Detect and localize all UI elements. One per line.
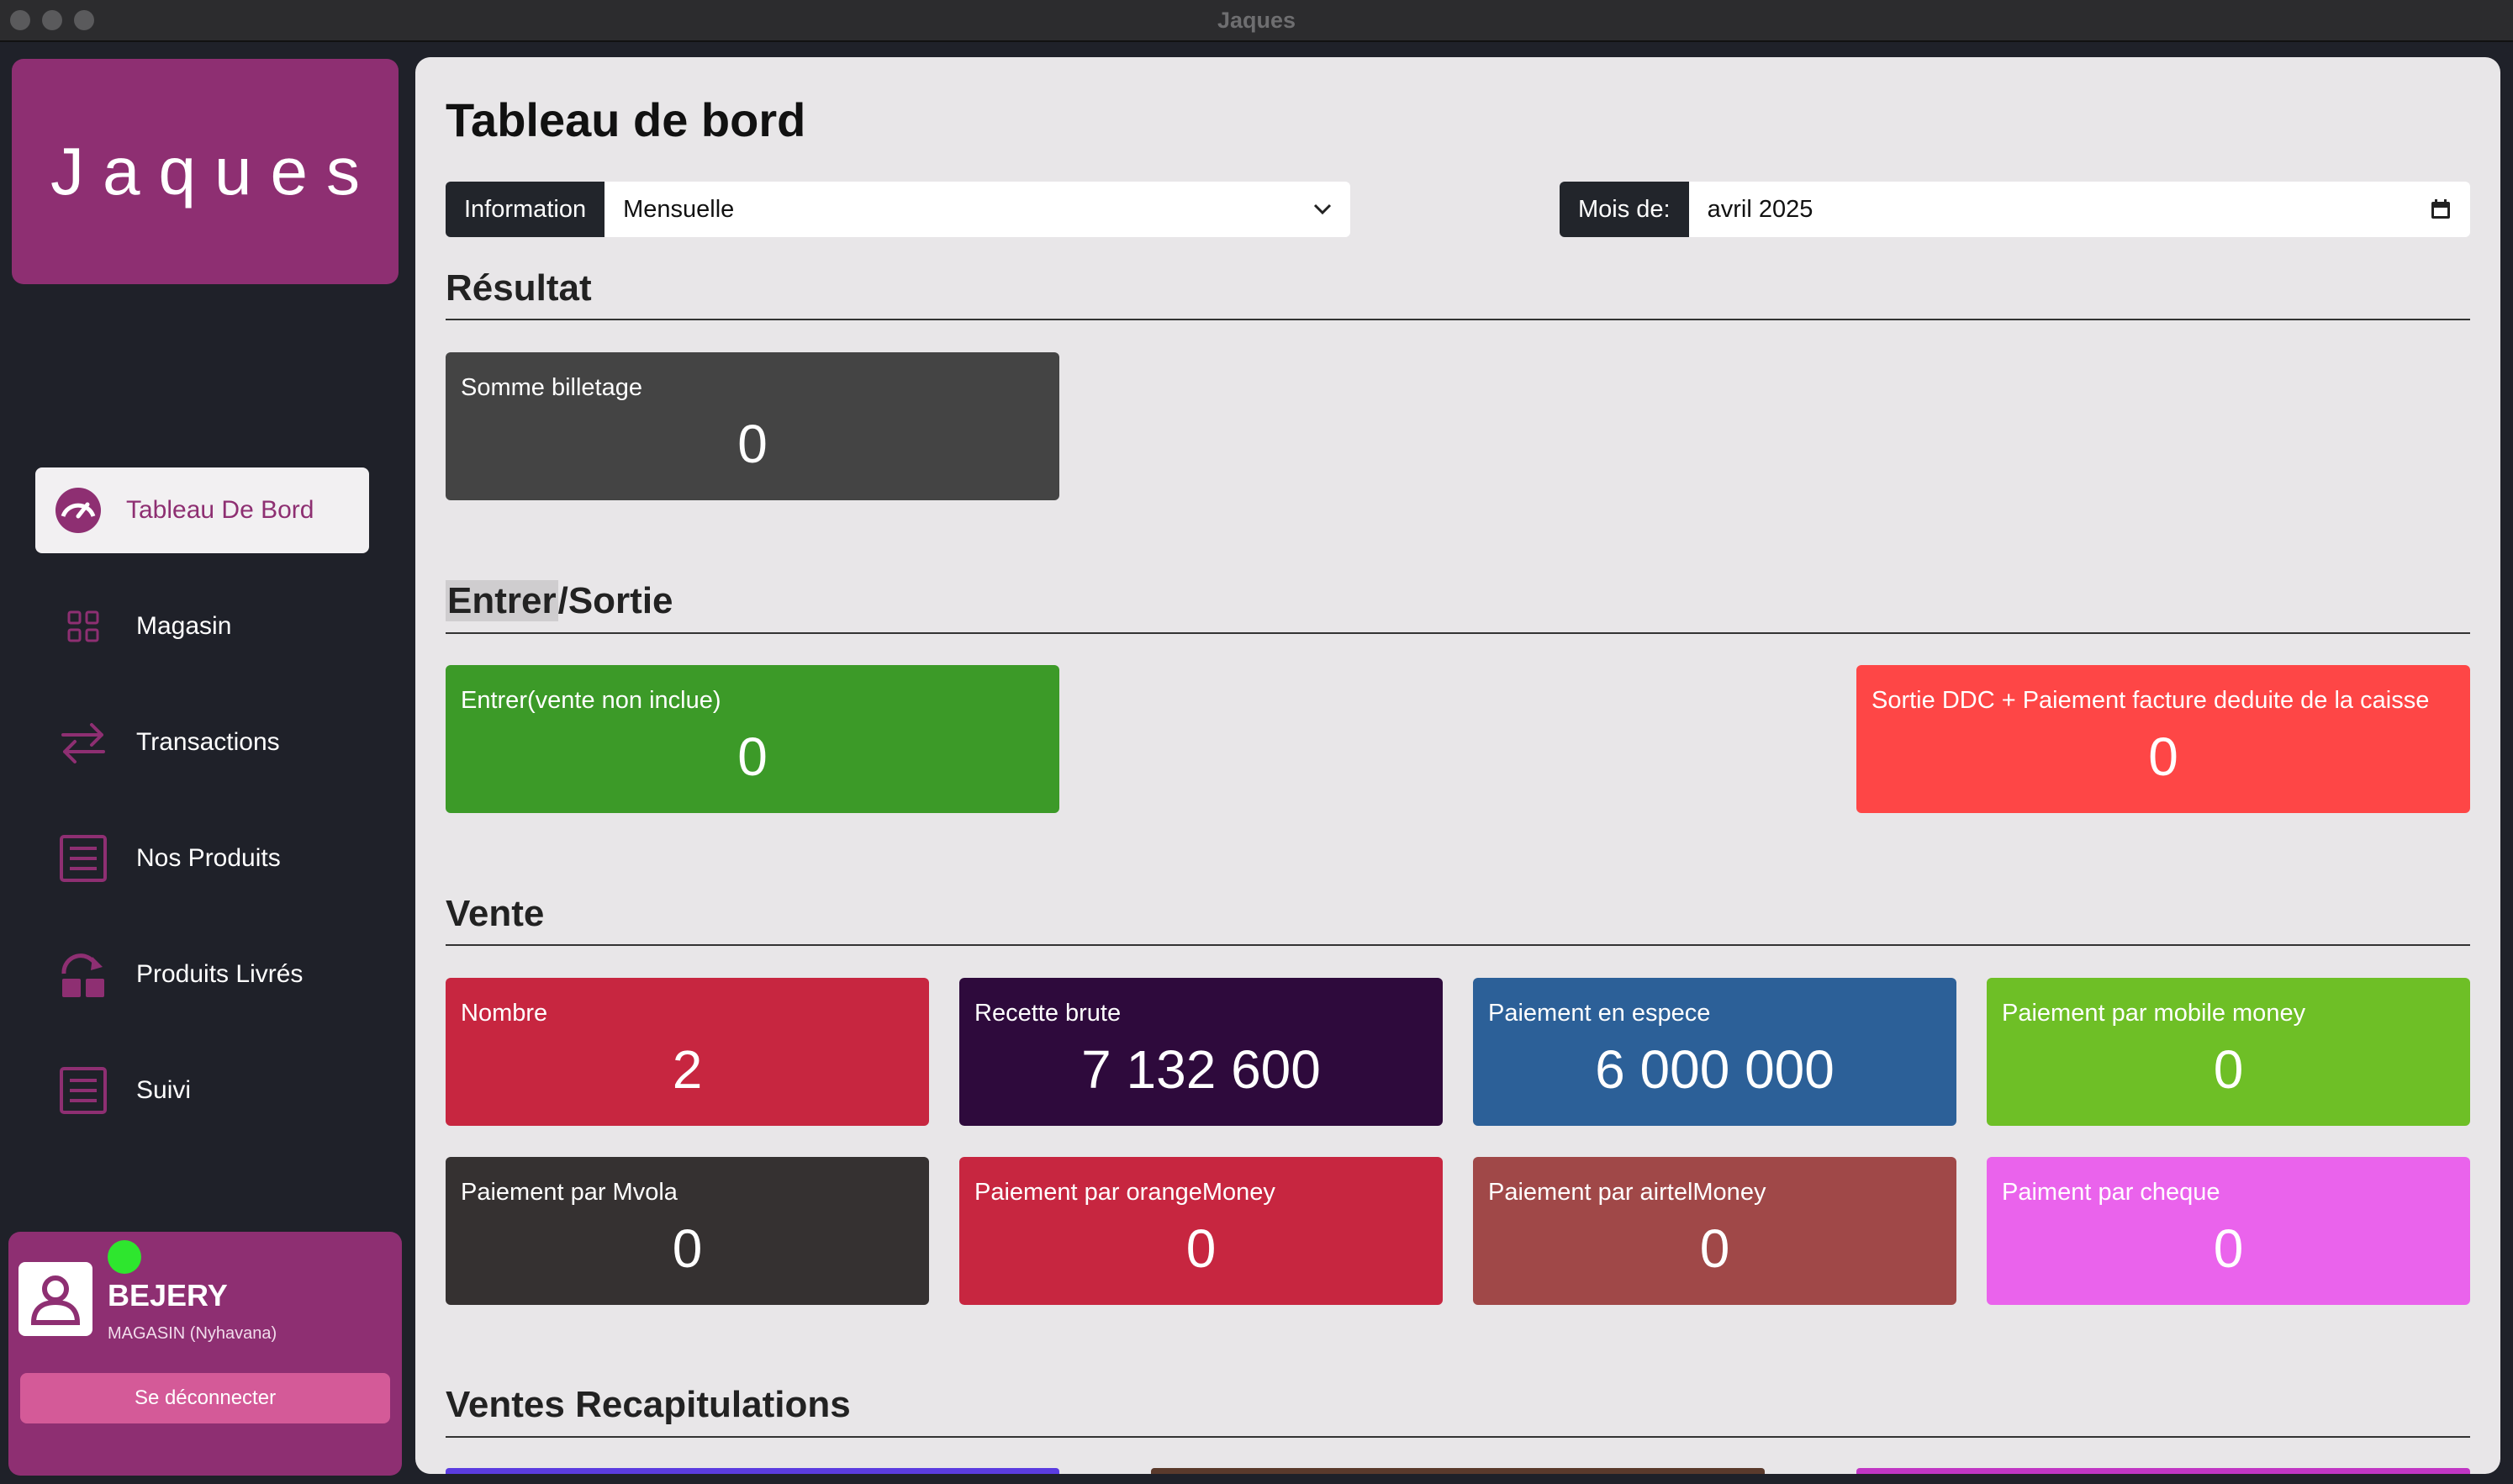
stat-card-paiement-en-espece: Paiement en espece 6 000 000 — [1473, 978, 1956, 1126]
online-status-indicator — [108, 1240, 141, 1274]
stat-card-label: Nombre — [461, 1000, 548, 1027]
stat-card-value: 0 — [737, 726, 768, 787]
sidebar-item-label: Nos Produits — [136, 844, 281, 872]
sidebar-item-label: Magasin — [136, 612, 232, 640]
stat-card-paiement-par-mobile-money: Paiement par mobile money 0 — [1987, 978, 2470, 1126]
user-role: MAGASIN (Nyhavana) — [108, 1324, 277, 1343]
section-title-entrer: Entrer — [446, 580, 558, 621]
arrows-exchange-icon — [59, 718, 108, 767]
user-name: BEJERY — [108, 1278, 228, 1312]
stat-card-paiment-par-cheque: Paiment par cheque 0 — [1987, 1157, 2470, 1305]
sidebar-item-nos-produits[interactable]: Nos Produits — [35, 816, 369, 901]
stat-card-label: Paiement par Mvola — [461, 1179, 678, 1206]
list-icon — [59, 834, 108, 883]
stat-card-label: Paiement par orangeMoney — [974, 1179, 1275, 1206]
sidebar-item-produits-livres[interactable]: Produits Livrés — [35, 932, 369, 1017]
stat-card-paiement-par-airtelmoney: Paiement par airtelMoney 0 — [1473, 1157, 1956, 1305]
section-title-vente: Vente — [446, 893, 545, 934]
page-title: Tableau de bord — [446, 93, 806, 146]
stat-card-value: 0 — [2213, 1218, 2244, 1279]
brand-logo: Jaques — [12, 59, 399, 284]
recap-card — [1856, 1468, 2470, 1474]
recap-card — [1151, 1468, 1765, 1474]
section-divider — [446, 944, 2470, 946]
sidebar-item-transactions[interactable]: Transactions — [35, 700, 369, 785]
stat-card-label: Sortie DDC + Paiement facture deduite de… — [1872, 687, 2430, 714]
section-title-recap: Ventes Recapitulations — [446, 1384, 851, 1425]
avatar — [18, 1262, 92, 1336]
stat-card-value: 0 — [672, 1218, 703, 1279]
stat-card-value: 0 — [2213, 1039, 2244, 1100]
stat-card-nombre: Nombre 2 — [446, 978, 929, 1126]
stat-card-label: Paiment par cheque — [2002, 1179, 2220, 1206]
section-divider — [446, 319, 2470, 320]
section-title-sortie: /Sortie — [557, 580, 673, 621]
stat-card-value: 0 — [2148, 726, 2178, 787]
gauge-icon — [54, 486, 103, 535]
section-divider — [446, 632, 2470, 634]
calendar-icon[interactable] — [2430, 198, 2452, 220]
delivery-icon — [59, 950, 108, 999]
information-select[interactable]: Information Mensuelle — [446, 182, 1350, 237]
stat-card-value: 6 000 000 — [1595, 1039, 1835, 1100]
stat-card-somme-billetage: Somme billetage 0 — [446, 352, 1059, 500]
brand-name: Jaques — [50, 134, 378, 209]
stat-card-value: 7 132 600 — [1081, 1039, 1321, 1100]
information-label: Information — [446, 182, 605, 237]
sidebar-item-tableau-de-bord[interactable]: Tableau De Bord — [35, 467, 369, 553]
stat-card-label: Entrer(vente non inclue) — [461, 687, 721, 714]
recap-card — [446, 1468, 1059, 1474]
chevron-down-icon — [1313, 203, 1332, 215]
sidebar-item-suivi[interactable]: Suivi — [35, 1048, 369, 1133]
sidebar-item-magasin[interactable]: Magasin — [35, 584, 369, 669]
section-divider — [446, 1436, 2470, 1438]
section-title-entrer-sortie: Entrer/Sortie — [446, 580, 673, 622]
user-card: BEJERY MAGASIN (Nyhavana) Se déconnecter — [8, 1232, 402, 1476]
window-title: Jaques — [1217, 7, 1296, 33]
logout-button[interactable]: Se déconnecter — [20, 1373, 390, 1423]
stat-card-value: 0 — [737, 414, 768, 474]
sidebar-item-label: Tableau De Bord — [126, 496, 314, 524]
minimize-window-button[interactable] — [42, 10, 62, 30]
month-label: Mois de: — [1560, 182, 1689, 237]
stat-card-label: Somme billetage — [461, 374, 642, 401]
month-picker[interactable]: Mois de: avril 2025 — [1560, 182, 2470, 237]
sidebar-item-label: Transactions — [136, 728, 280, 756]
section-title-resultat: Résultat — [446, 267, 592, 309]
stat-card-label: Paiement en espece — [1488, 1000, 1711, 1027]
stat-card-value: 0 — [1185, 1218, 1217, 1279]
stat-card-paiement-par-mvola: Paiement par Mvola 0 — [446, 1157, 929, 1305]
sidebar-item-label: Suivi — [136, 1076, 192, 1104]
stat-card-recette-brute: Recette brute 7 132 600 — [959, 978, 1443, 1126]
close-window-button[interactable] — [10, 10, 30, 30]
stat-card-entrer-vente-non-inclue: Entrer(vente non inclue) 0 — [446, 665, 1059, 813]
grid-icon — [59, 602, 108, 651]
stat-card-label: Recette brute — [974, 1000, 1122, 1027]
window-controls — [10, 10, 94, 30]
maximize-window-button[interactable] — [74, 10, 94, 30]
stat-card-sortie-ddc-paiement-facture-deduite-de-la-caisse: Sortie DDC + Paiement facture deduite de… — [1856, 665, 2470, 813]
sidebar-item-label: Produits Livrés — [136, 960, 304, 988]
stat-card-value: 0 — [1699, 1218, 1730, 1279]
stat-card-label: Paiement par mobile money — [2002, 1000, 2306, 1027]
stat-card-paiement-par-orangemoney: Paiement par orangeMoney 0 — [959, 1157, 1443, 1305]
main-content: Tableau de bord Information Mensuelle Mo… — [415, 57, 2500, 1474]
stat-card-label: Paiement par airtelMoney — [1488, 1179, 1766, 1206]
information-value: Mensuelle — [623, 195, 735, 223]
list-icon — [59, 1066, 108, 1115]
month-value: avril 2025 — [1707, 195, 1813, 223]
stat-card-value: 2 — [672, 1039, 703, 1100]
window-titlebar: Jaques — [0, 0, 2513, 42]
